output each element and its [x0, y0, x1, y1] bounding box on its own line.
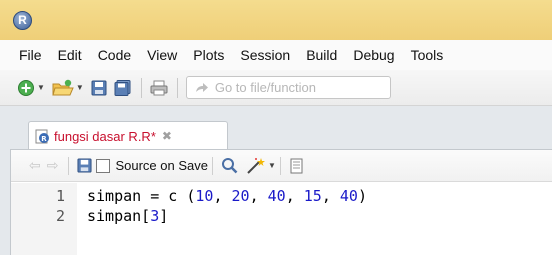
save-icon[interactable]: [77, 158, 92, 173]
go-to-file-placeholder: Go to file/function: [214, 80, 317, 95]
toolbar-separator: [176, 77, 178, 98]
chevron-down-icon: ▼: [37, 83, 45, 92]
code-number-token: 40: [339, 187, 358, 205]
code-token: ,: [321, 187, 340, 205]
menu-file[interactable]: File: [19, 47, 42, 63]
chevron-down-icon: ▼: [75, 83, 84, 92]
code-number-token: 15: [303, 187, 322, 205]
toolbar-separator: [211, 156, 213, 175]
main-toolbar: ▼ ▼ Go to file/function: [0, 70, 552, 106]
source-editor: ⇦ ⇨ Source on Save ▼ 1 simpan = c (10, 2…: [10, 149, 552, 255]
source-on-save-label: Source on Save: [115, 158, 208, 173]
r-logo-icon: R: [13, 11, 32, 30]
new-file-icon: [18, 79, 34, 96]
search-icon[interactable]: [221, 157, 238, 174]
line-number: 2: [55, 207, 65, 225]
toolbar-separator: [68, 156, 70, 175]
title-bar: R: [0, 0, 552, 40]
go-to-file-input[interactable]: Go to file/function: [185, 76, 391, 99]
source-on-save-checkbox[interactable]: [96, 158, 111, 173]
code-number-token: 40: [267, 187, 286, 205]
menu-tools[interactable]: Tools: [411, 47, 444, 63]
code-token: ,: [213, 187, 232, 205]
tab-fungsi-dasar[interactable]: R fungsi dasar R.R* ✖: [28, 121, 228, 150]
menu-build[interactable]: Build: [306, 47, 337, 63]
editor-toolbar: ⇦ ⇨ Source on Save ▼: [11, 150, 552, 182]
save-icon: [91, 80, 107, 95]
open-project-button[interactable]: ▼: [52, 79, 84, 97]
code-token: ,: [249, 187, 268, 205]
magic-wand-icon[interactable]: [246, 157, 266, 175]
code-text[interactable]: simpan[3]: [87, 206, 168, 226]
code-token: ]: [159, 207, 169, 225]
close-icon[interactable]: ✖: [162, 129, 172, 143]
code-number-token: 3: [150, 207, 160, 225]
editor-tab-strip: R fungsi dasar R.R* ✖: [10, 118, 552, 150]
code-number-token: 10: [195, 187, 214, 205]
forward-arrow-icon[interactable]: ⇨: [47, 157, 59, 174]
code-token: simpan = c (: [87, 187, 196, 205]
line-number: 1: [55, 187, 65, 205]
r-file-icon: R: [35, 129, 49, 143]
menu-session[interactable]: Session: [240, 47, 290, 63]
menu-code[interactable]: Code: [98, 47, 131, 63]
svg-text:R: R: [41, 135, 47, 143]
chevron-down-icon[interactable]: ▼: [268, 161, 276, 170]
code-token: ,: [285, 187, 304, 205]
folder-open-icon: [52, 79, 74, 95]
menu-bar: File Edit Code View Plots Session Build …: [0, 40, 552, 70]
compile-report-icon[interactable]: [289, 158, 304, 174]
save-button[interactable]: [91, 80, 107, 96]
save-all-icon: [114, 79, 131, 96]
menu-debug[interactable]: Debug: [353, 47, 394, 63]
code-line: 2 simpan[3]: [11, 206, 552, 226]
print-button[interactable]: [150, 80, 168, 96]
code-text[interactable]: simpan = c (10, 20, 40, 15, 40): [87, 186, 367, 206]
code-line: 1 simpan = c (10, 20, 40, 15, 40): [11, 186, 552, 206]
new-file-button[interactable]: ▼: [17, 79, 45, 97]
menu-edit[interactable]: Edit: [58, 47, 82, 63]
code-token: simpan[: [87, 207, 151, 225]
code-area[interactable]: 1 simpan = c (10, 20, 40, 15, 40) 2 simp…: [11, 183, 552, 255]
save-all-button[interactable]: [114, 79, 132, 96]
back-arrow-icon[interactable]: ⇦: [29, 157, 41, 174]
go-to-arrow-icon: [195, 82, 208, 92]
code-number-token: 20: [231, 187, 250, 205]
tab-title: fungsi dasar R.R*: [54, 128, 156, 144]
toolbar-separator: [140, 77, 142, 98]
menu-plots[interactable]: Plots: [193, 47, 224, 63]
print-icon: [150, 80, 168, 95]
menu-view[interactable]: View: [147, 47, 177, 63]
toolbar-separator: [279, 156, 281, 175]
code-token: ): [357, 187, 367, 205]
